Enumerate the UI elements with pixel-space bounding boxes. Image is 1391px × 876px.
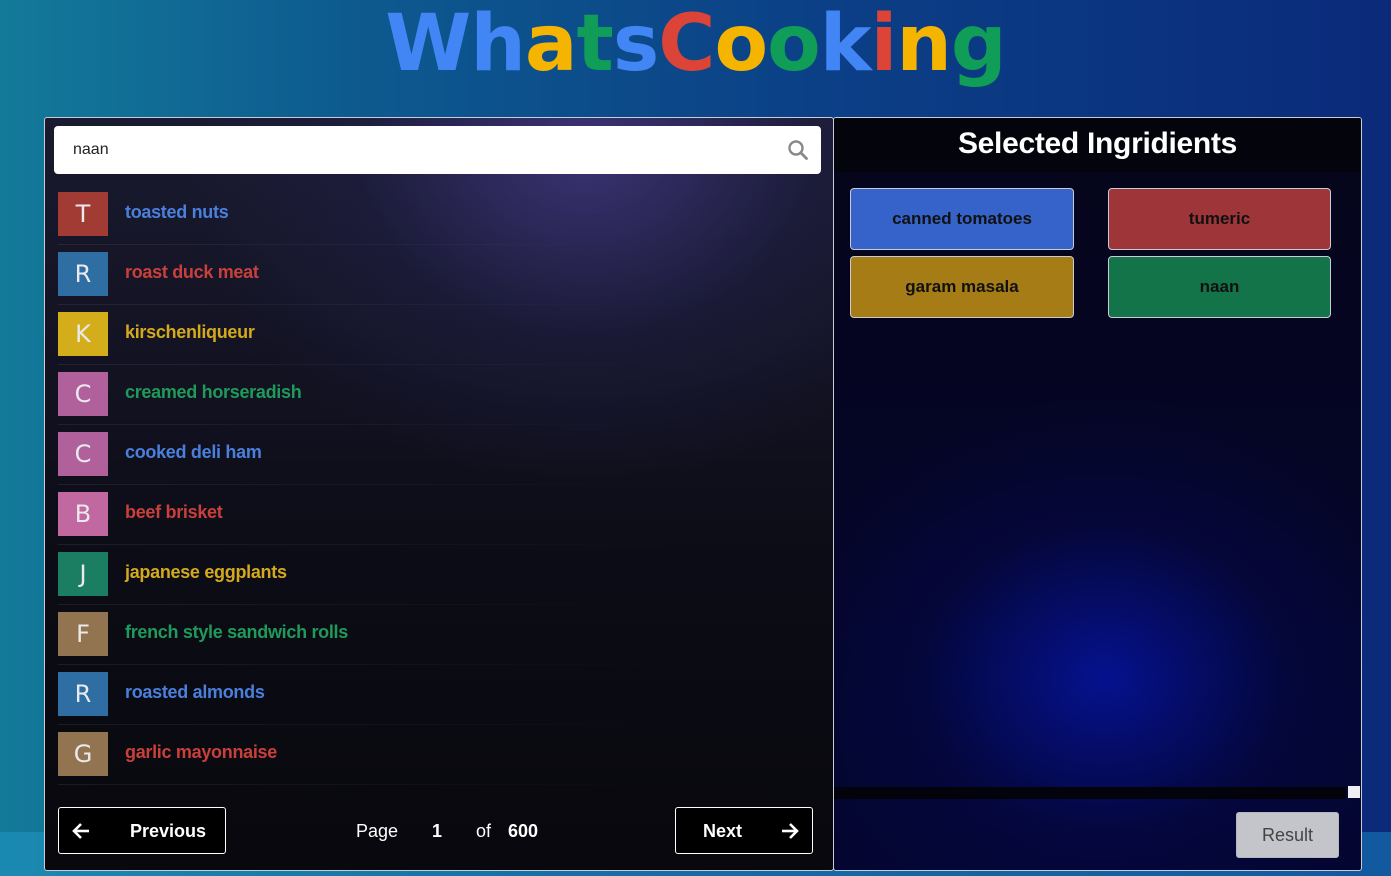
logo-letter: s bbox=[612, 0, 659, 89]
logo-letter: k bbox=[819, 0, 872, 89]
app-logo: WhatsCooking bbox=[0, 0, 1391, 100]
ingredient-list-item[interactable]: Ccreamed horseradish bbox=[58, 372, 798, 432]
ingredient-list-item[interactable]: Rroast duck meat bbox=[58, 252, 798, 312]
previous-button-label: Previous bbox=[130, 821, 207, 841]
ingredient-avatar: J bbox=[58, 552, 108, 596]
ingredient-avatar: R bbox=[58, 252, 108, 296]
ingredient-label: french style sandwich rolls bbox=[125, 622, 348, 642]
next-button-label: Next bbox=[703, 821, 743, 841]
arrow-right-icon bbox=[780, 821, 800, 846]
ingredient-list-item[interactable]: Ggarlic mayonnaise bbox=[58, 732, 798, 792]
logo-letter: g bbox=[950, 0, 1007, 89]
ingredient-label: toasted nuts bbox=[125, 202, 229, 222]
ingredient-label: cooked deli ham bbox=[125, 442, 262, 462]
ingredient-label: roasted almonds bbox=[125, 682, 265, 702]
selected-ingredients-panel: Selected Ingridients canned tomatoes tume… bbox=[833, 117, 1362, 871]
ingredient-avatar: B bbox=[58, 492, 108, 536]
ingredient-label: japanese eggplants bbox=[125, 562, 287, 582]
of-label: of bbox=[476, 821, 492, 841]
ingredient-list-item[interactable]: Ffrench style sandwich rolls bbox=[58, 612, 798, 672]
selected-ingredient-chip[interactable]: naan bbox=[1108, 256, 1331, 318]
logo-letter: C bbox=[658, 0, 715, 89]
page-label: Page bbox=[356, 821, 399, 841]
selected-ingredient-chip[interactable]: garam masala bbox=[850, 256, 1074, 318]
ingredient-avatar: C bbox=[58, 372, 108, 416]
ingredient-label: beef brisket bbox=[125, 502, 223, 522]
ingredient-browser-panel: Ttoasted nutsRroast duck meatKkirschenli… bbox=[44, 117, 834, 871]
ingredient-label: creamed horseradish bbox=[125, 382, 302, 402]
selected-ingredient-chip[interactable]: tumeric bbox=[1108, 188, 1331, 250]
logo-letter: n bbox=[896, 0, 952, 89]
ingredient-avatar: C bbox=[58, 432, 108, 476]
logo-letter: o bbox=[714, 0, 769, 89]
ingredient-list-item[interactable]: Kkirschenliqueur bbox=[58, 312, 798, 372]
ingredient-avatar: G bbox=[58, 732, 108, 776]
ingredient-list-item[interactable]: Jjapanese eggplants bbox=[58, 552, 798, 612]
search-box bbox=[54, 126, 821, 174]
ingredient-label: roast duck meat bbox=[125, 262, 259, 282]
horizontal-scrollbar[interactable] bbox=[834, 787, 1346, 799]
ingredient-label: kirschenliqueur bbox=[125, 322, 255, 342]
logo-letter: t bbox=[576, 0, 614, 89]
result-button[interactable]: Result bbox=[1236, 812, 1339, 858]
selected-ingredients-title: Selected Ingridients bbox=[834, 118, 1361, 172]
logo-letter: o bbox=[767, 0, 821, 89]
search-icon[interactable] bbox=[787, 139, 809, 161]
ingredient-list-item[interactable]: Ttoasted nuts bbox=[58, 192, 798, 252]
arrow-left-icon bbox=[71, 821, 91, 846]
ingredient-avatar: F bbox=[58, 612, 108, 656]
ingredient-list-item[interactable]: Bbeef brisket bbox=[58, 492, 798, 552]
selected-ingredient-chip[interactable]: canned tomatoes bbox=[850, 188, 1074, 250]
logo-letter: h bbox=[470, 0, 526, 89]
logo-letter: a bbox=[524, 0, 578, 89]
ingredient-avatar: R bbox=[58, 672, 108, 716]
ingredient-label: garlic mayonnaise bbox=[125, 742, 277, 762]
next-button[interactable]: Next bbox=[675, 807, 813, 854]
search-input[interactable] bbox=[54, 126, 774, 174]
ingredient-list: Ttoasted nuts Rroast duck meat Kkirschenli… bbox=[58, 192, 798, 792]
ingredient-avatar: T bbox=[58, 192, 108, 236]
logo-letter: i bbox=[870, 0, 898, 89]
pagination: Previous Page 1 of 600 Next bbox=[45, 807, 835, 855]
scrollbar-corner bbox=[1348, 786, 1360, 798]
ingredient-avatar: K bbox=[58, 312, 108, 356]
ingredient-list-item[interactable]: Rroasted almonds bbox=[58, 672, 798, 732]
logo-letter: W bbox=[385, 0, 471, 89]
ingredient-list-item[interactable]: Ccooked deli ham bbox=[58, 432, 798, 492]
total-pages: 600 bbox=[508, 821, 539, 841]
previous-button[interactable]: Previous bbox=[58, 807, 226, 854]
current-page-number: 1 bbox=[432, 821, 443, 841]
